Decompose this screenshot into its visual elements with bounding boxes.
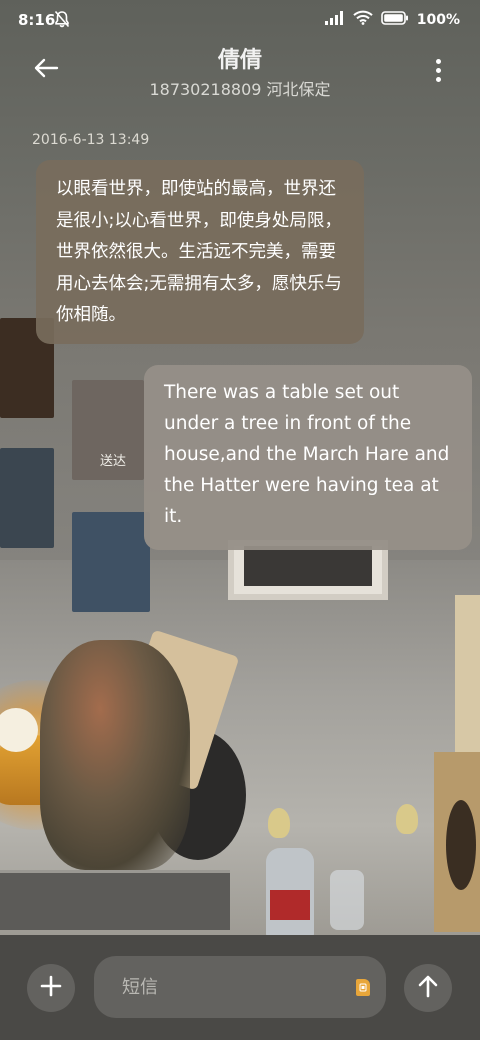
delivery-status: 送达 bbox=[100, 454, 127, 469]
more-options-button[interactable] bbox=[426, 52, 450, 88]
wallpaper-tulip bbox=[268, 808, 290, 838]
wallpaper-tray bbox=[0, 870, 230, 930]
message-field[interactable] bbox=[94, 956, 386, 1018]
wallpaper-vase bbox=[330, 870, 364, 930]
wallpaper-tulip bbox=[396, 804, 418, 834]
battery-icon bbox=[380, 10, 409, 29]
wallpaper-bottle-label bbox=[270, 890, 310, 920]
wallpaper-poster bbox=[72, 512, 150, 612]
wallpaper-poster bbox=[0, 448, 54, 548]
status-time: 8:16 bbox=[18, 11, 56, 29]
wallpaper-box bbox=[455, 595, 480, 765]
wallpaper-bouquet bbox=[40, 640, 190, 870]
sim-card-icon[interactable] bbox=[356, 979, 370, 996]
more-vertical-icon bbox=[435, 76, 441, 82]
plus-icon bbox=[40, 975, 62, 1001]
message-input[interactable] bbox=[122, 956, 342, 1018]
more-vertical-icon bbox=[435, 58, 441, 64]
add-attachment-button[interactable] bbox=[27, 964, 75, 1012]
wifi-icon bbox=[353, 10, 373, 29]
signal-icon bbox=[324, 10, 345, 29]
mute-bell-icon bbox=[54, 10, 70, 32]
contact-name[interactable]: 倩倩 bbox=[0, 42, 480, 74]
message-timestamp: 2016-6-13 13:49 bbox=[32, 132, 150, 148]
status-right-group: 100% bbox=[324, 10, 460, 29]
more-vertical-icon bbox=[435, 67, 441, 73]
contact-phone-location: 18730218809 河北保定 bbox=[149, 80, 331, 99]
status-bar: 8:16 100% bbox=[0, 0, 480, 40]
arrow-up-icon bbox=[417, 974, 439, 1002]
wallpaper-frame-photo bbox=[244, 546, 372, 586]
conversation-header: 倩倩 18730218809 河北保定 bbox=[0, 40, 480, 104]
outgoing-message-bubble[interactable]: There was a table set out under a tree i… bbox=[144, 365, 472, 550]
battery-percent: 100% bbox=[416, 11, 460, 28]
incoming-message-bubble[interactable]: 以眼看世界，即使站的最高，世界还是很小;以心看世界，即使身处局限，世界依然很大。… bbox=[36, 160, 364, 344]
compose-bar bbox=[0, 935, 480, 1040]
wallpaper-crate-hole bbox=[446, 800, 476, 890]
send-button[interactable] bbox=[404, 964, 452, 1012]
